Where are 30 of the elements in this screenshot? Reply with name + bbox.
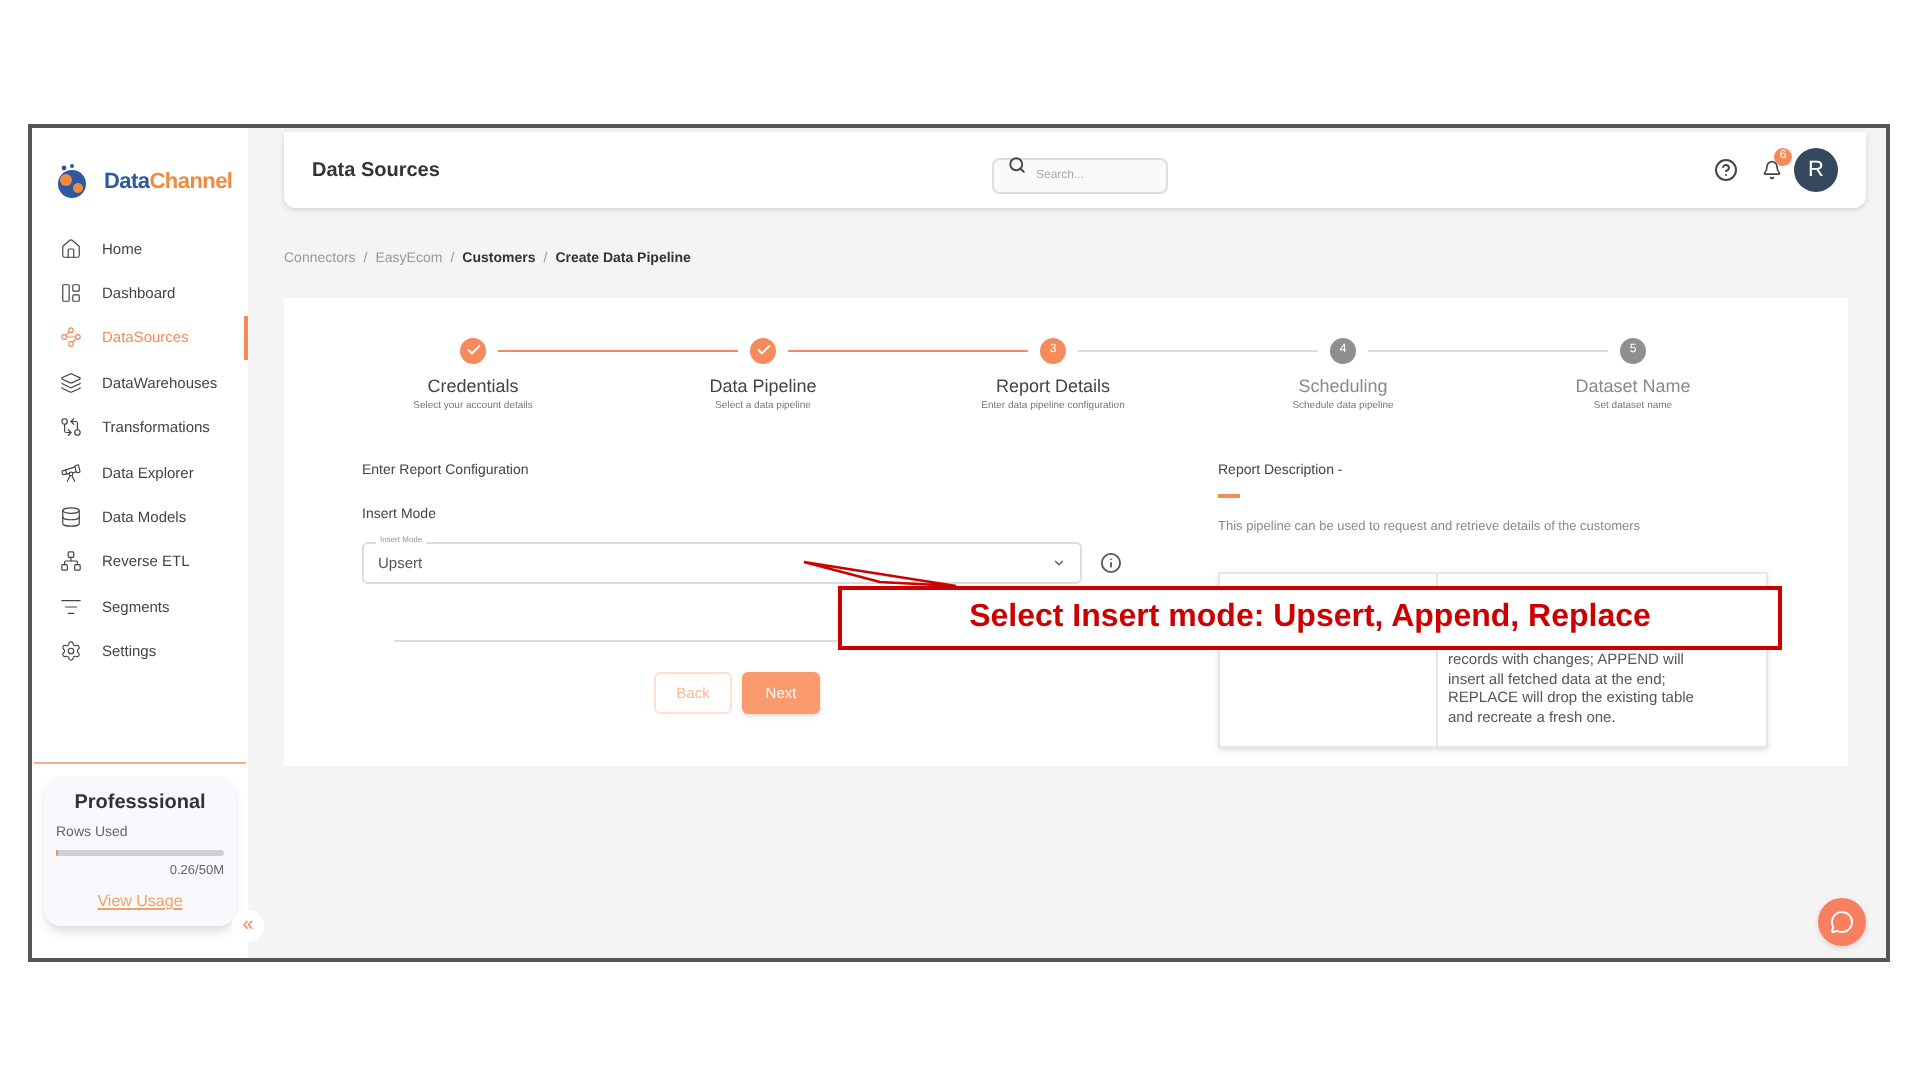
step-label: Data Pipeline (709, 377, 817, 395)
callout: Select Insert mode: Upsert, Append, Replace (838, 586, 1782, 650)
dropdown-caret-icon (1052, 556, 1067, 570)
notification-icon[interactable] (1762, 160, 1782, 180)
chat-button[interactable] (1818, 898, 1866, 946)
brand-name: DataChannel (104, 167, 233, 198)
step-done-icon (750, 337, 776, 363)
step-label: Report Details (995, 377, 1111, 395)
network-icon (60, 550, 82, 573)
info-icon[interactable] (1100, 552, 1122, 574)
layers-icon (60, 371, 82, 394)
logo-icon (52, 162, 92, 202)
nodes-icon (60, 326, 82, 349)
database-icon (60, 506, 82, 529)
avatar[interactable]: R (1794, 148, 1838, 192)
step-done-icon (460, 337, 486, 363)
home-icon (60, 237, 82, 260)
page-title: Data Sources (312, 157, 442, 185)
step-label: Credentials (427, 377, 519, 395)
help-icon[interactable] (1714, 158, 1738, 182)
step-label: Scheduling (1298, 377, 1388, 395)
telescope-icon (60, 461, 82, 484)
filter-list-icon (60, 595, 82, 618)
settings-icon (60, 640, 82, 663)
step-label: Dataset Name (1575, 377, 1691, 395)
plan-title: Professsional (72, 789, 208, 818)
search-icon (1008, 155, 1026, 173)
compare-arrows-icon (60, 416, 82, 439)
dashboard-icon (60, 282, 82, 305)
chat-icon (1830, 910, 1854, 934)
